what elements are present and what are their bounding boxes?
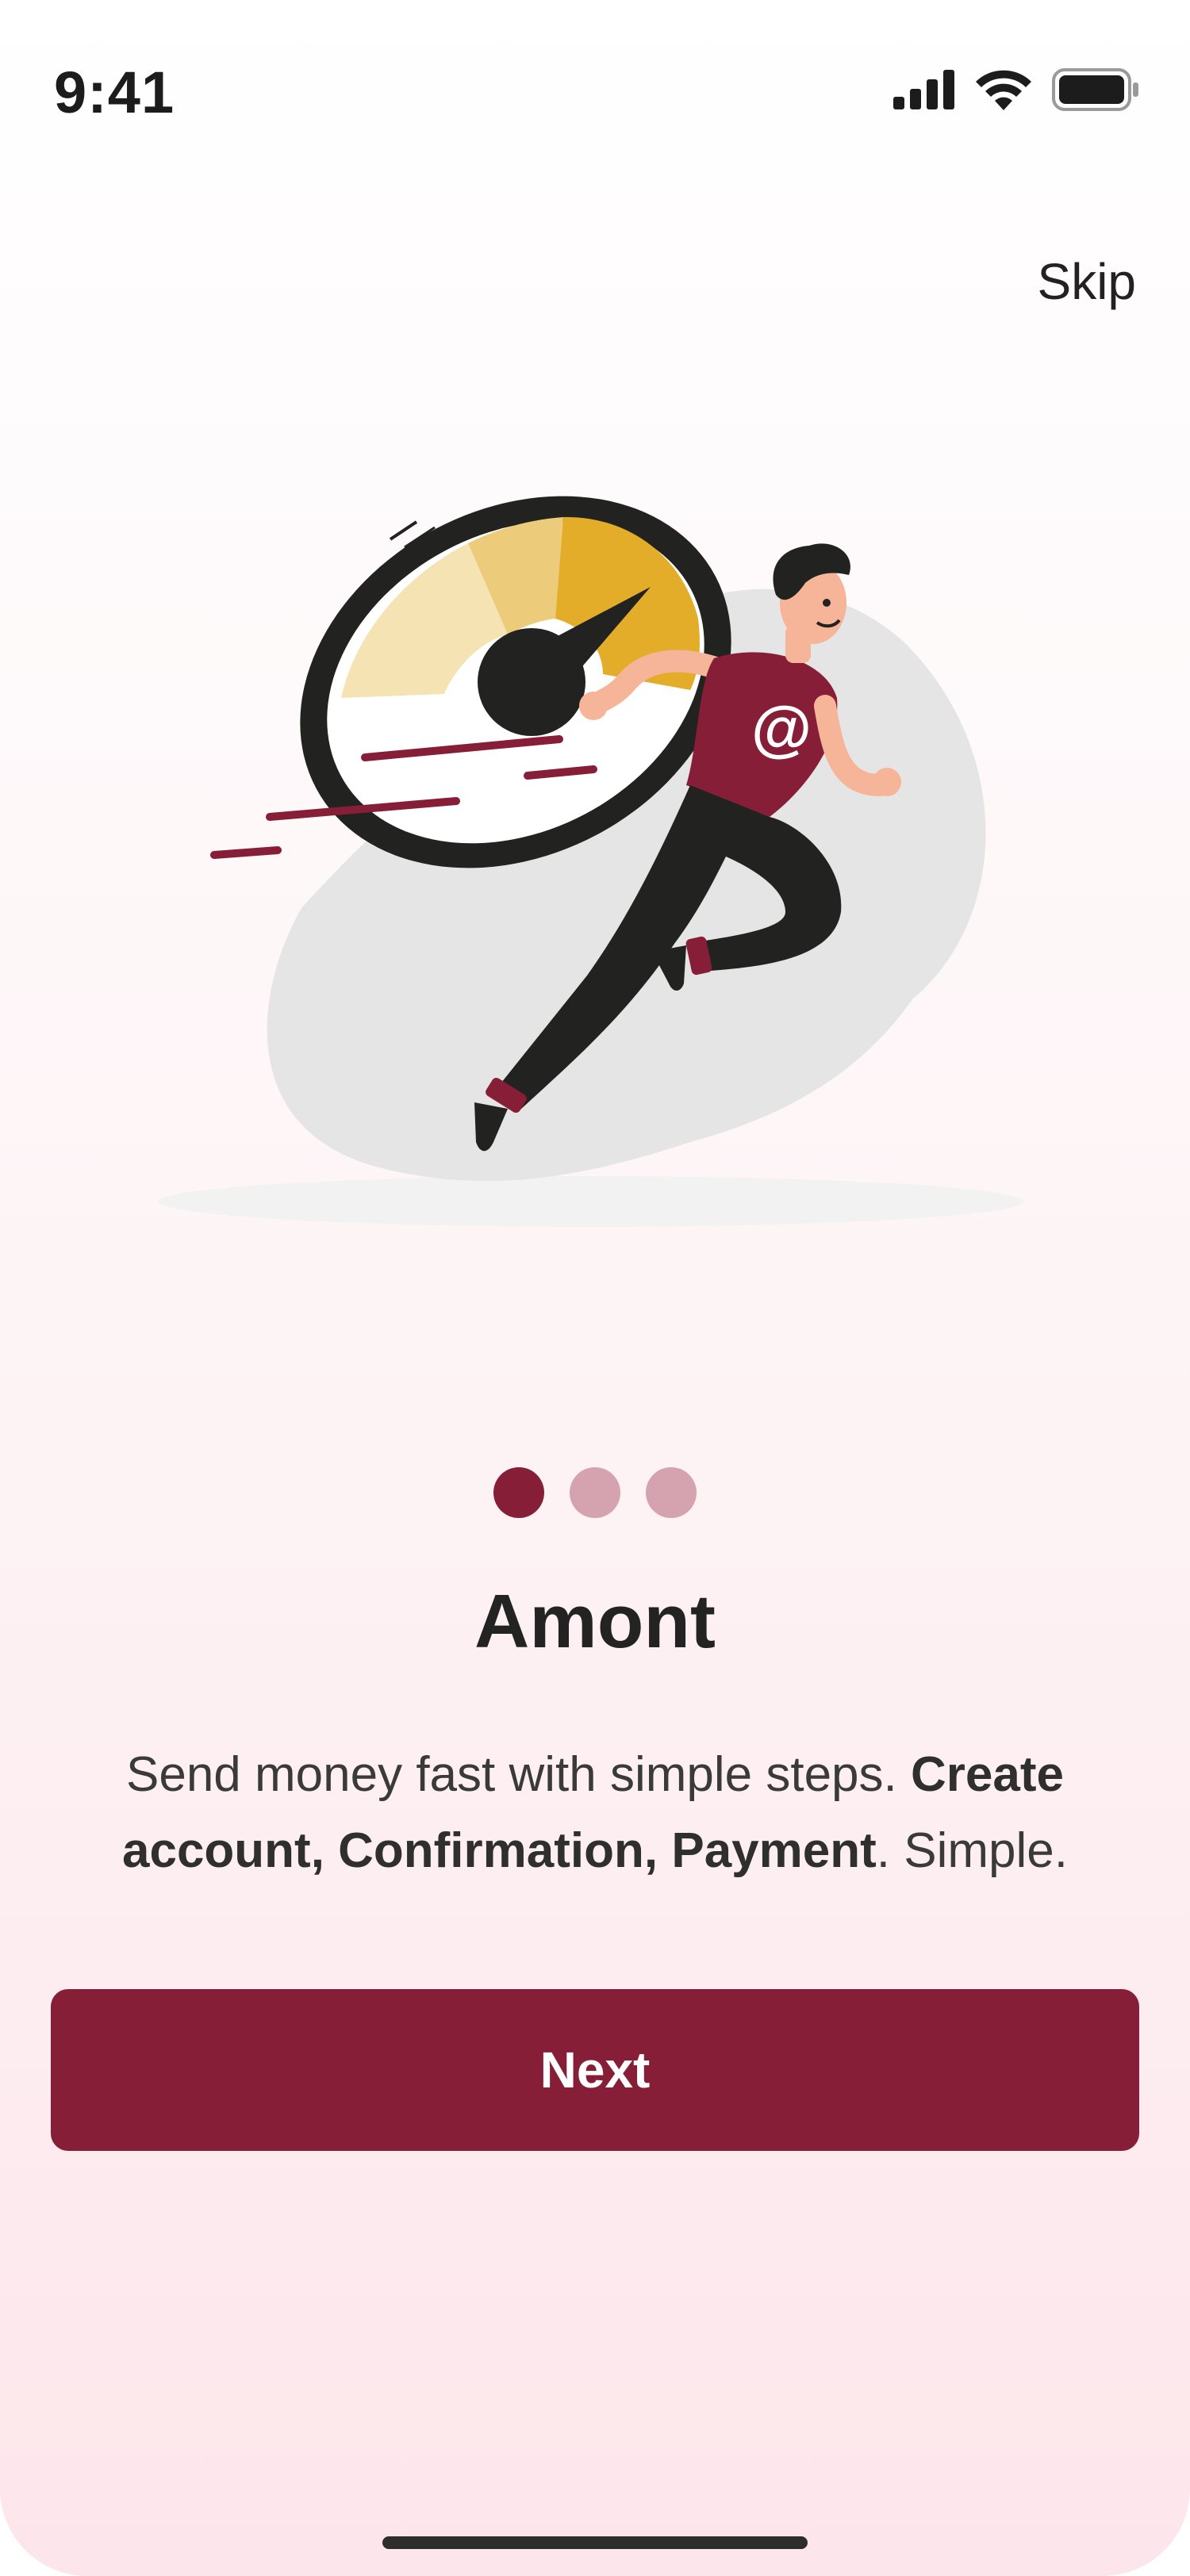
battery-icon (1052, 68, 1138, 111)
wifi-icon (976, 70, 1031, 110)
onboarding-title: Amont (474, 1579, 716, 1664)
description-text-2: . Simple. (876, 1823, 1068, 1878)
page-dot-2[interactable] (570, 1467, 620, 1518)
cellular-signal-icon (893, 70, 954, 109)
next-button[interactable]: Next (51, 1989, 1139, 2151)
onboarding-description: Send money fast with simple steps. Creat… (63, 1737, 1127, 1889)
onboarding-screen: 9:41 Skip @ Amont Send money fast with s… (0, 0, 1190, 2576)
shirt-at-symbol: @ (751, 693, 812, 763)
page-dot-1[interactable] (493, 1467, 544, 1518)
skip-button[interactable]: Skip (1038, 252, 1137, 311)
running-man-speedometer-illustration: @ (159, 496, 1023, 1227)
home-indicator[interactable] (382, 2536, 808, 2549)
page-dot-3[interactable] (646, 1467, 697, 1518)
status-time: 9:41 (54, 59, 175, 125)
pagination-dots (0, 1467, 1190, 1518)
status-icons (893, 68, 1139, 111)
description-text-1: Send money fast with simple steps. (125, 1747, 911, 1802)
